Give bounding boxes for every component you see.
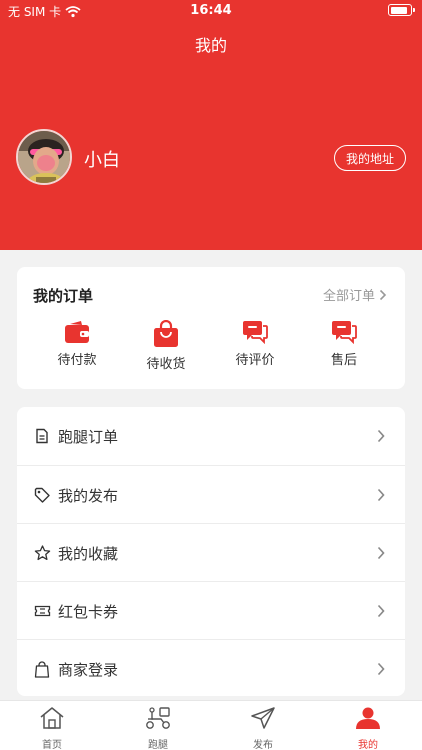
menu-item-label: 我的发布 (58, 487, 119, 505)
chat-icon (243, 321, 268, 344)
order-item-label: 待付款 (57, 353, 97, 368)
battery-icon (388, 4, 415, 16)
status-time: 16:44 (190, 3, 232, 18)
ticket-icon (34, 605, 51, 617)
my-address-button[interactable]: 我的地址 (334, 145, 406, 171)
order-pending-receipt[interactable]: 待收货 (136, 320, 196, 372)
status-bar: 无 SIM 卡 16:44 (0, 0, 422, 22)
avatar-image (18, 131, 70, 183)
tab-publish[interactable]: 发布 (233, 706, 293, 750)
home-icon (40, 707, 64, 729)
tag-icon (34, 487, 50, 503)
profile-header: 无 SIM 卡 16:44 我的 小白 我的地址 (0, 0, 422, 250)
order-item-label: 待收货 (146, 357, 186, 372)
person-icon (356, 707, 380, 729)
tab-errand[interactable]: 跑腿 (128, 706, 188, 750)
chevron-right-icon (377, 604, 385, 618)
order-item-label: 待评价 (235, 353, 275, 368)
tab-mine[interactable]: 我的 (338, 706, 398, 750)
menu-item-merchant-login[interactable]: 商家登录 (17, 639, 405, 697)
all-orders-label: 全部订单 (322, 289, 375, 304)
tab-label: 首页 (42, 740, 62, 750)
page-title: 我的 (194, 36, 227, 55)
username: 小白 (84, 150, 120, 171)
menu-item-coupons[interactable]: 红包卡券 (17, 581, 405, 639)
orders-card: 我的订单 全部订单 待付款 待收货 待评价 售后 (17, 267, 405, 389)
send-icon (251, 707, 275, 729)
menu-list: 跑腿订单 我的发布 我的收藏 红包卡券 商家登录 (17, 407, 405, 696)
orders-title: 我的订单 (33, 287, 94, 305)
chat-icon (332, 321, 357, 344)
menu-item-label: 红包卡券 (58, 603, 119, 621)
tab-label: 跑腿 (148, 740, 168, 750)
bottom-tab-bar: 首页 跑腿 发布 我的 (0, 700, 422, 750)
star-icon (34, 545, 51, 561)
shopping-bag-icon (154, 320, 178, 347)
wallet-icon (65, 321, 89, 343)
all-orders-link[interactable]: 全部订单 (323, 285, 387, 304)
tab-home[interactable]: 首页 (22, 706, 82, 750)
menu-item-label: 我的收藏 (58, 545, 119, 563)
chevron-right-icon (377, 488, 385, 502)
tab-label: 我的 (358, 740, 378, 750)
chevron-right-icon (377, 546, 385, 560)
menu-item-errand-orders[interactable]: 跑腿订单 (17, 407, 405, 465)
order-after-sales[interactable]: 售后 (314, 320, 374, 368)
tab-label: 发布 (253, 740, 273, 750)
menu-item-my-posts[interactable]: 我的发布 (17, 465, 405, 523)
bag-icon (34, 661, 50, 678)
document-icon (36, 428, 48, 444)
battery-level (390, 6, 407, 14)
chevron-right-icon (379, 289, 387, 300)
menu-item-label: 商家登录 (58, 661, 119, 679)
avatar[interactable] (16, 129, 72, 185)
menu-item-label: 跑腿订单 (58, 428, 119, 446)
chevron-right-icon (377, 662, 385, 676)
order-item-label: 售后 (330, 353, 357, 368)
chevron-right-icon (377, 429, 385, 443)
delivery-scooter-icon (146, 707, 170, 729)
menu-item-favorites[interactable]: 我的收藏 (17, 523, 405, 581)
order-pending-payment[interactable]: 待付款 (47, 320, 107, 368)
order-pending-review[interactable]: 待评价 (225, 320, 285, 368)
